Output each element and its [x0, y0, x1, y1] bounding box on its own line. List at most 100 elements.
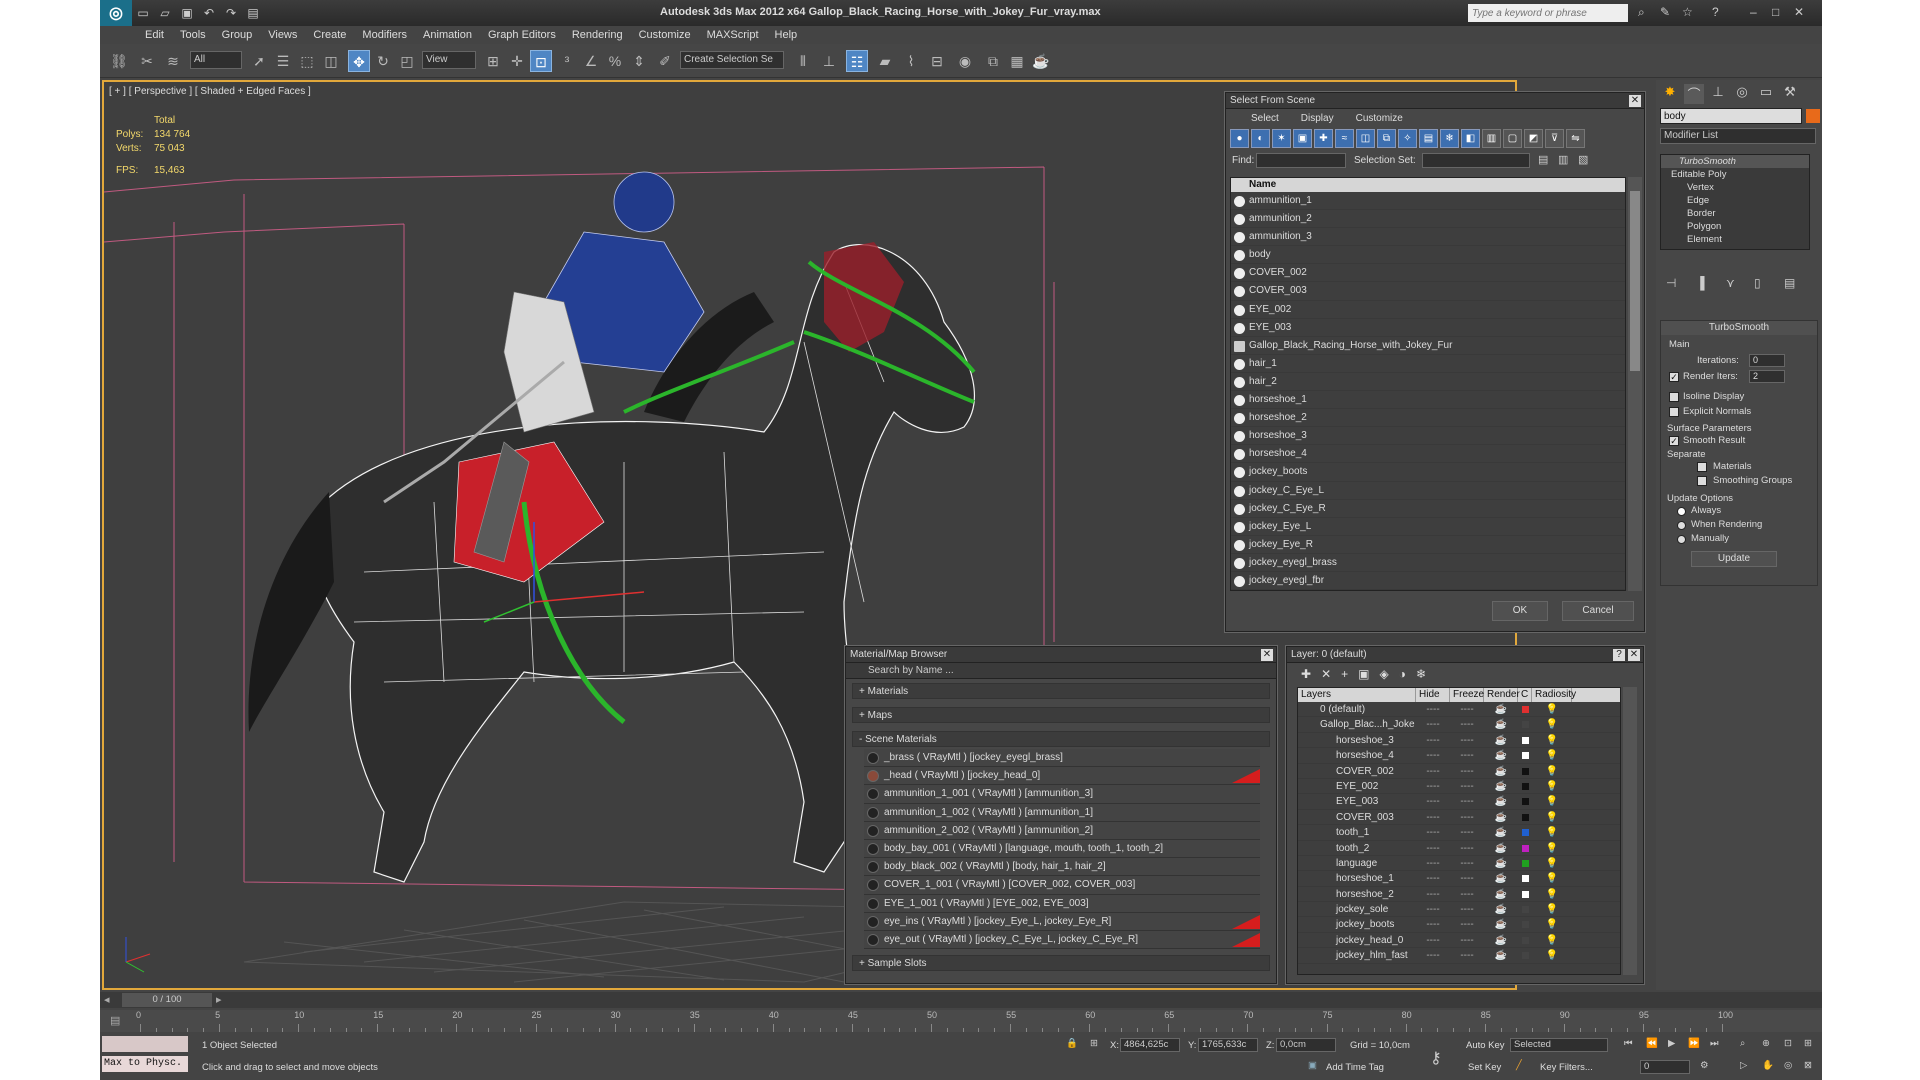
- layer-row[interactable]: EYE_003 ---- ---- ☕ 💡: [1298, 794, 1620, 810]
- key-icon[interactable]: ⚷: [1430, 1048, 1442, 1068]
- radiosity-bulb-icon[interactable]: 💡: [1532, 779, 1572, 793]
- layer-row[interactable]: jockey_sole ---- ---- ☕ 💡: [1298, 902, 1620, 918]
- render-teapot-icon[interactable]: ☕: [1484, 810, 1518, 824]
- render-iters-spinner[interactable]: 2: [1749, 370, 1785, 383]
- maximize-viewport-icon[interactable]: ⊠: [1804, 1060, 1812, 1071]
- freeze-toggle[interactable]: ----: [1450, 810, 1484, 824]
- layer-scrollbar[interactable]: [1623, 687, 1637, 975]
- absolute-mode-icon[interactable]: ⊞: [1090, 1038, 1098, 1049]
- utilities-tab-icon[interactable]: ⚒: [1780, 84, 1800, 104]
- layer-row[interactable]: EYE_002 ---- ---- ☕ 💡: [1298, 779, 1620, 795]
- stack-item-editable-poly[interactable]: Editable Poly: [1661, 168, 1809, 181]
- list-item[interactable]: horseshoe_1: [1231, 391, 1625, 410]
- stack-item-element[interactable]: Element: [1661, 233, 1809, 246]
- rendered-frame-window-icon[interactable]: ▦: [1006, 50, 1028, 72]
- layer-color-swatch[interactable]: [1518, 825, 1532, 839]
- key-mode-dropdown[interactable]: Selected: [1510, 1038, 1608, 1052]
- search-by-name-input[interactable]: Search by Name ...: [846, 663, 1276, 679]
- radiosity-bulb-icon[interactable]: 💡: [1532, 948, 1572, 962]
- zoom-extents-icon[interactable]: ⊡: [1784, 1038, 1792, 1049]
- add-to-layer-icon[interactable]: +: [1341, 667, 1348, 681]
- freeze-toggle[interactable]: ----: [1450, 779, 1484, 793]
- separate-smoothing-groups-checkbox[interactable]: [1697, 476, 1707, 486]
- stack-item-border[interactable]: Border: [1661, 207, 1809, 220]
- configure-modifier-sets-icon[interactable]: ▤: [1784, 276, 1795, 290]
- layer-color-swatch[interactable]: [1518, 702, 1532, 716]
- update-button[interactable]: Update: [1691, 551, 1777, 567]
- help-icon[interactable]: ?: [1712, 5, 1719, 19]
- menu-views[interactable]: Views: [268, 29, 297, 41]
- filter-funnel-icon[interactable]: ⊽: [1545, 129, 1564, 148]
- hide-toggle[interactable]: ----: [1416, 748, 1450, 762]
- hide-toggle[interactable]: ----: [1416, 933, 1450, 947]
- radiosity-bulb-icon[interactable]: 💡: [1532, 794, 1572, 808]
- freeze-toggle[interactable]: ----: [1450, 825, 1484, 839]
- radiosity-bulb-icon[interactable]: 💡: [1532, 702, 1572, 716]
- col-radiosity[interactable]: Radiosity: [1532, 688, 1576, 702]
- list-item[interactable]: jockey_Eye_R: [1231, 536, 1625, 554]
- menu-help[interactable]: Help: [775, 29, 798, 41]
- sample-slots-group[interactable]: + Sample Slots: [852, 955, 1270, 972]
- list-item[interactable]: Gallop_Black_Racing_Horse_with_Jokey_Fur: [1231, 337, 1625, 355]
- layer-row[interactable]: horseshoe_4 ---- ---- ☕ 💡: [1298, 748, 1620, 764]
- display-tab-icon[interactable]: ▭: [1756, 84, 1776, 104]
- col-render[interactable]: Render: [1484, 688, 1520, 702]
- list-item[interactable]: jockey_C_Eye_L: [1231, 482, 1625, 500]
- window-crossing-icon[interactable]: ◫: [320, 50, 342, 72]
- binoculars-icon[interactable]: ⌕: [1638, 5, 1645, 20]
- layer-color-swatch[interactable]: [1518, 856, 1532, 870]
- scene-materials-group[interactable]: - Scene Materials: [852, 731, 1270, 747]
- bind-space-warp-icon[interactable]: ≋: [162, 50, 184, 72]
- render-production-icon[interactable]: ☕: [1030, 50, 1052, 72]
- stack-item-turbosmooth[interactable]: TurboSmooth: [1661, 155, 1809, 168]
- material-browser-close-icon[interactable]: ✕: [1261, 649, 1273, 661]
- list-item[interactable]: ammunition_3: [1231, 228, 1625, 247]
- col-layers[interactable]: Layers: [1298, 688, 1416, 702]
- selection-set-dropdown[interactable]: [1422, 153, 1530, 168]
- layer-color-swatch[interactable]: [1518, 794, 1532, 808]
- create-tab-icon[interactable]: ✸: [1660, 84, 1680, 104]
- update-manually-radio[interactable]: [1677, 535, 1686, 544]
- stack-item-polygon[interactable]: Polygon: [1661, 220, 1809, 233]
- render-teapot-icon[interactable]: ☕: [1484, 887, 1518, 901]
- freeze-toggle[interactable]: ----: [1450, 748, 1484, 762]
- radiosity-bulb-icon[interactable]: 💡: [1532, 917, 1572, 931]
- layer-row[interactable]: horseshoe_2 ---- ---- ☕ 💡: [1298, 887, 1620, 903]
- hide-toggle[interactable]: ----: [1416, 887, 1450, 901]
- menu-maxscript[interactable]: MAXScript: [707, 29, 759, 41]
- radiosity-bulb-icon[interactable]: 💡: [1532, 764, 1572, 778]
- col-hide[interactable]: Hide: [1416, 688, 1450, 702]
- filter-shapes-icon[interactable]: ◐: [1251, 129, 1270, 148]
- render-teapot-icon[interactable]: ☕: [1484, 702, 1518, 716]
- hide-toggle[interactable]: ----: [1416, 917, 1450, 931]
- display-all-icon[interactable]: ▥: [1482, 129, 1501, 148]
- layer-color-swatch[interactable]: [1518, 871, 1532, 885]
- select-and-rotate-icon[interactable]: ↻: [372, 50, 394, 72]
- hide-toggle[interactable]: ----: [1416, 902, 1450, 916]
- spinner-snap-icon[interactable]: ⇕: [628, 50, 650, 72]
- previous-frame-icon[interactable]: ⏪: [1646, 1038, 1658, 1049]
- material-row[interactable]: ammunition_1_002 ( VRayMtl ) [ammunition…: [864, 803, 1260, 822]
- key-filters-button[interactable]: Key Filters...: [1540, 1062, 1593, 1073]
- hide-toggle[interactable]: ----: [1416, 948, 1450, 962]
- list-item[interactable]: EYE_003: [1231, 319, 1625, 337]
- orbit-icon[interactable]: ◎: [1784, 1060, 1792, 1071]
- list-item[interactable]: jockey_eyegl_brass: [1231, 554, 1625, 572]
- material-row[interactable]: eye_out ( VRayMtl ) [jockey_C_Eye_L, joc…: [864, 930, 1260, 950]
- menu-create[interactable]: Create: [313, 29, 346, 41]
- redo-icon[interactable]: ↷: [220, 6, 242, 20]
- material-row[interactable]: ammunition_1_001 ( VRayMtl ) [ammunition…: [864, 785, 1260, 804]
- list-item[interactable]: jockey_Eye_L: [1231, 518, 1625, 536]
- menu-edit[interactable]: Edit: [145, 29, 164, 41]
- menu-tools[interactable]: Tools: [180, 29, 206, 41]
- layer-row[interactable]: tooth_1 ---- ---- ☕ 💡: [1298, 825, 1620, 841]
- filter-containers-icon[interactable]: ▤: [1419, 129, 1438, 148]
- sync-selection-icon[interactable]: ⇋: [1566, 129, 1585, 148]
- open-file-icon[interactable]: ▱: [154, 6, 176, 20]
- render-teapot-icon[interactable]: ☕: [1484, 764, 1518, 778]
- selection-set-edit-icon[interactable]: ▤: [1538, 153, 1548, 166]
- list-item[interactable]: EYE_002: [1231, 301, 1625, 319]
- render-teapot-icon[interactable]: ☕: [1484, 825, 1518, 839]
- list-item[interactable]: horseshoe_3: [1231, 427, 1625, 446]
- cancel-button[interactable]: Cancel: [1562, 601, 1634, 621]
